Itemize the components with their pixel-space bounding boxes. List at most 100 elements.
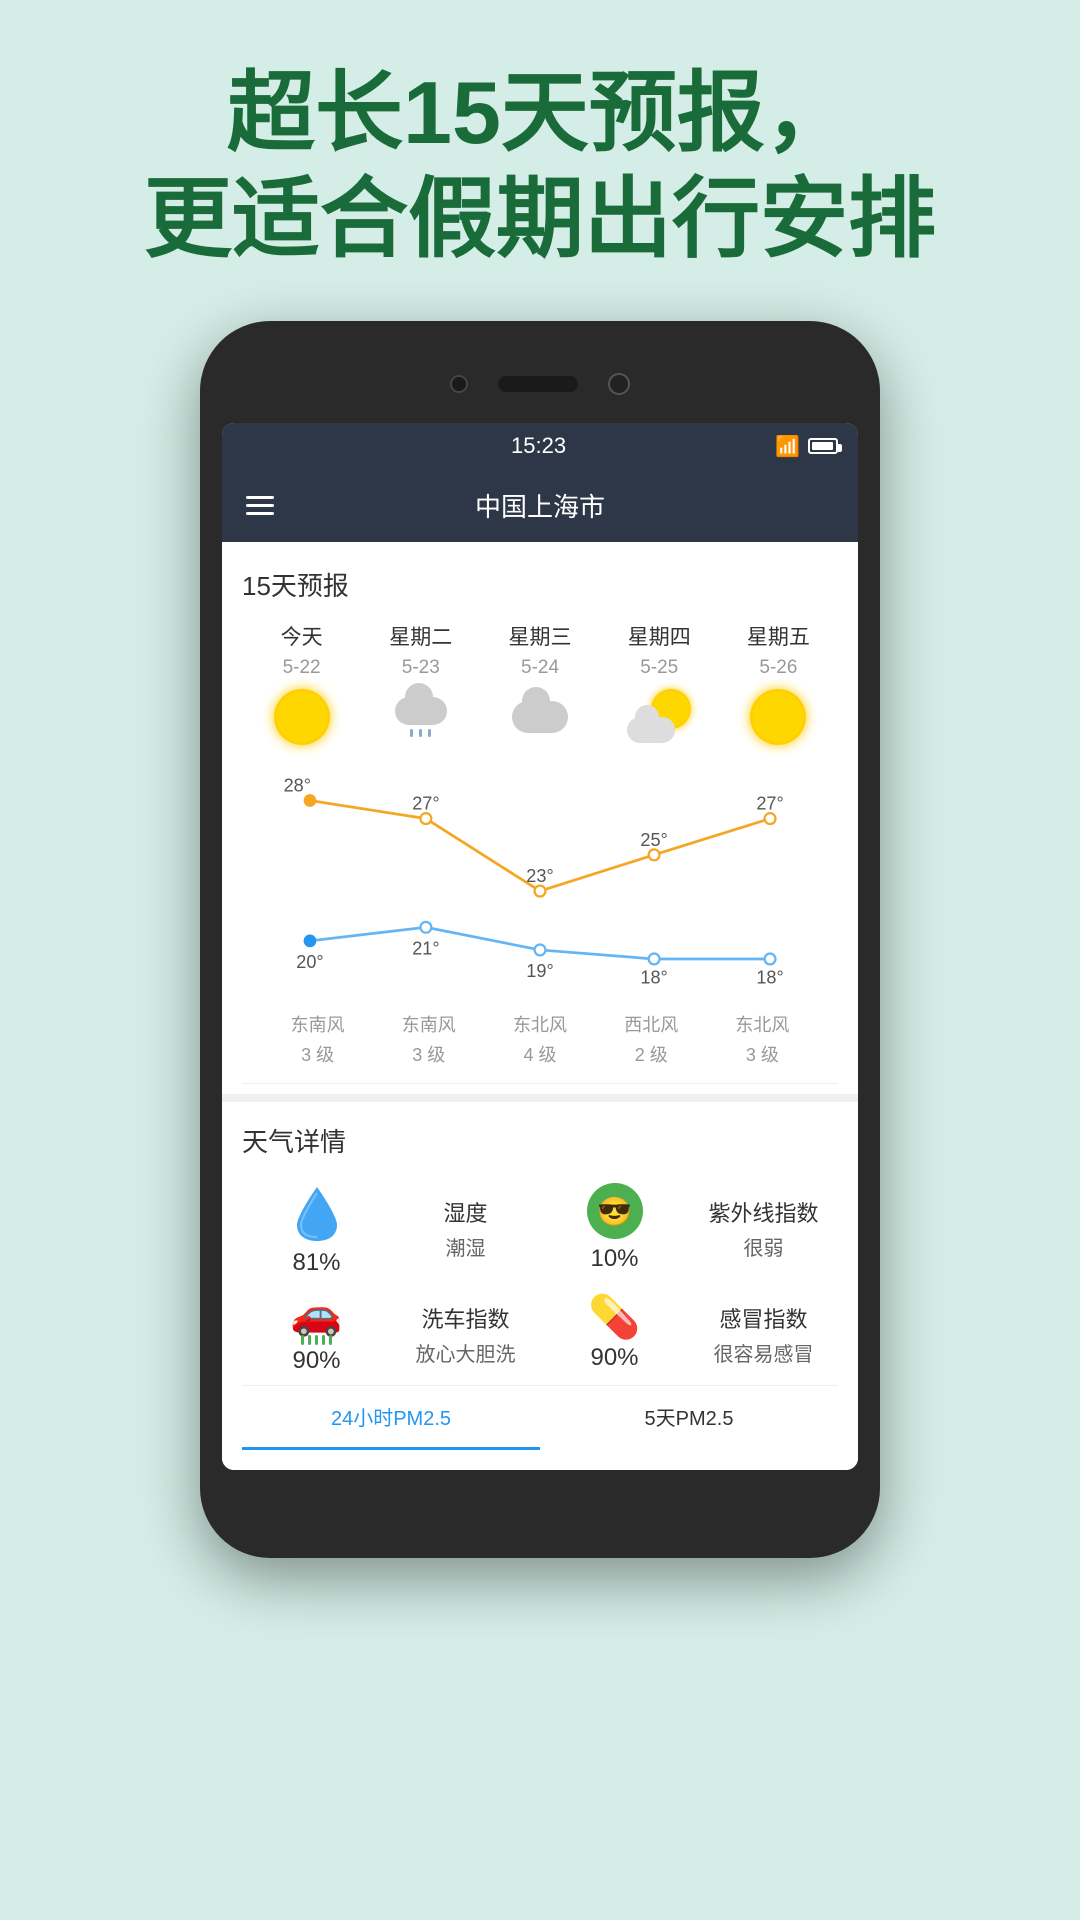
wind-item-3: 东北风 4 级 xyxy=(484,1011,595,1067)
front-camera xyxy=(450,375,468,393)
wind-level-4: 2 级 xyxy=(596,1041,707,1067)
wind-dir-2: 东南风 xyxy=(373,1011,484,1037)
forecast-section: 15天预报 今天 5-22 星期二 xyxy=(222,542,858,1094)
weather-icon-1 xyxy=(270,685,334,749)
cold-value: 90% xyxy=(590,1344,638,1372)
uv-value: 10% xyxy=(590,1245,638,1273)
weather-icon-4 xyxy=(627,685,691,749)
carwash-sublabel: 放心大胆洗 xyxy=(391,1338,540,1367)
drop xyxy=(419,729,422,737)
phone-top-bezel xyxy=(222,349,858,419)
humidity-sublabel: 潮湿 xyxy=(391,1232,540,1261)
forecast-day-3: 星期三 5-24 xyxy=(480,621,599,749)
city-title: 中国上海市 xyxy=(475,487,605,524)
wash-line xyxy=(322,1335,325,1345)
carwash-icon-col: 🚗 90% xyxy=(242,1293,391,1375)
forecast-day-4: 星期四 5-25 xyxy=(600,621,719,749)
details-title: 天气详情 xyxy=(242,1122,838,1159)
cloud-rain-icon xyxy=(395,697,447,737)
hamburger-line xyxy=(246,504,274,507)
svg-text:19°: 19° xyxy=(526,961,553,981)
svg-text:21°: 21° xyxy=(412,939,439,959)
svg-text:18°: 18° xyxy=(756,968,783,988)
cloud-shape xyxy=(395,697,447,725)
details-row-1: 81% 湿度 潮湿 😎 10% xyxy=(242,1179,838,1277)
details-section: 天气详情 81% xyxy=(222,1094,858,1470)
cold-sublabel: 很容易感冒 xyxy=(689,1338,838,1367)
rain-drops xyxy=(395,725,447,737)
weather-content: 15天预报 今天 5-22 星期二 xyxy=(222,542,858,1470)
day-name-5: 星期五 xyxy=(747,621,810,651)
wind-level-5: 3 级 xyxy=(707,1041,818,1067)
wash-line xyxy=(329,1335,332,1345)
weather-icon-3 xyxy=(508,685,572,749)
page-header: 超长15天预报， 更适合假期出行安排 xyxy=(0,0,1080,311)
wind-level-3: 4 级 xyxy=(484,1041,595,1067)
wind-dir-3: 东北风 xyxy=(484,1011,595,1037)
wash-line xyxy=(301,1335,304,1345)
details-row-2: 🚗 90% 洗车指数 xyxy=(242,1293,838,1375)
svg-text:27°: 27° xyxy=(756,794,783,814)
pill-icon: 💊 xyxy=(588,1296,640,1338)
forecast-title: 15天预报 xyxy=(242,566,838,603)
humidity-icon-col: 81% xyxy=(242,1179,391,1277)
forecast-day-5: 星期五 5-26 xyxy=(719,621,838,749)
battery-icon xyxy=(808,438,838,454)
sensor xyxy=(608,373,630,395)
temperature-chart: 28° 27° 23° 25° 27° xyxy=(242,757,838,997)
wind-item-1: 东南风 3 级 xyxy=(262,1011,373,1067)
drop xyxy=(410,729,413,737)
day-date-4: 5-25 xyxy=(640,657,678,679)
uv-icon-col: 😎 10% xyxy=(540,1183,689,1273)
sunglasses-icon: 😎 xyxy=(587,1183,643,1239)
forecast-days-row: 今天 5-22 星期二 5-23 xyxy=(242,621,838,749)
sun-icon-2 xyxy=(750,689,806,745)
headline-line2: 更适合假期出行安排 xyxy=(144,169,936,268)
pc-cloud xyxy=(627,717,675,743)
day-date-2: 5-23 xyxy=(402,657,440,679)
status-icons: 📶 xyxy=(775,434,838,459)
wash-water-lines xyxy=(301,1335,332,1345)
hamburger-line xyxy=(246,496,274,499)
cloud-icon xyxy=(512,701,568,733)
water-drop-icon xyxy=(289,1179,345,1249)
status-bar: 15:23 📶 xyxy=(222,423,858,469)
cold-label-col: 感冒指数 很容易感冒 xyxy=(689,1302,838,1367)
phone-wrapper: 15:23 📶 中国上海市 xyxy=(0,321,1080,1558)
tab-5d-pm25[interactable]: 5天PM2.5 xyxy=(540,1386,838,1450)
wind-dir-1: 东南风 xyxy=(262,1011,373,1037)
app-toolbar: 中国上海市 xyxy=(222,469,858,542)
uv-label-col: 紫外线指数 很弱 xyxy=(689,1196,838,1261)
day-name-3: 星期三 xyxy=(509,621,572,651)
carwash-value: 90% xyxy=(292,1347,340,1375)
phone-screen: 15:23 📶 中国上海市 xyxy=(222,423,858,1470)
humidity-label: 湿度 xyxy=(391,1196,540,1228)
car-wash-icon: 🚗 xyxy=(290,1293,342,1335)
forecast-day-1: 今天 5-22 xyxy=(242,621,361,749)
wind-item-4: 西北风 2 级 xyxy=(596,1011,707,1067)
wifi-icon: 📶 xyxy=(775,434,800,459)
wind-item-5: 东北风 3 级 xyxy=(707,1011,818,1067)
day-date-1: 5-22 xyxy=(283,657,321,679)
uv-sublabel: 很弱 xyxy=(689,1232,838,1261)
day-name-1: 今天 xyxy=(281,621,323,651)
phone-bottom-bezel xyxy=(222,1470,858,1530)
drop xyxy=(428,729,431,737)
forecast-day-2: 星期二 5-23 xyxy=(361,621,480,749)
carwash-label-col: 洗车指数 放心大胆洗 xyxy=(391,1302,540,1367)
phone: 15:23 📶 中国上海市 xyxy=(200,321,880,1558)
tab-24h-pm25[interactable]: 24小时PM2.5 xyxy=(242,1386,540,1450)
carwash-label: 洗车指数 xyxy=(391,1302,540,1334)
partly-cloudy-icon xyxy=(627,689,691,745)
humidity-label-col: 湿度 潮湿 xyxy=(391,1196,540,1261)
hamburger-line xyxy=(246,512,274,515)
wind-item-2: 东南风 3 级 xyxy=(373,1011,484,1067)
menu-button[interactable] xyxy=(246,496,274,515)
wind-level-2: 3 级 xyxy=(373,1041,484,1067)
cold-icon-col: 💊 90% xyxy=(540,1296,689,1372)
wind-level-1: 3 级 xyxy=(262,1041,373,1067)
svg-text:27°: 27° xyxy=(412,794,439,814)
weather-icon-2 xyxy=(389,685,453,749)
bottom-tabs: 24小时PM2.5 5天PM2.5 xyxy=(242,1385,838,1450)
uv-label: 紫外线指数 xyxy=(689,1196,838,1228)
